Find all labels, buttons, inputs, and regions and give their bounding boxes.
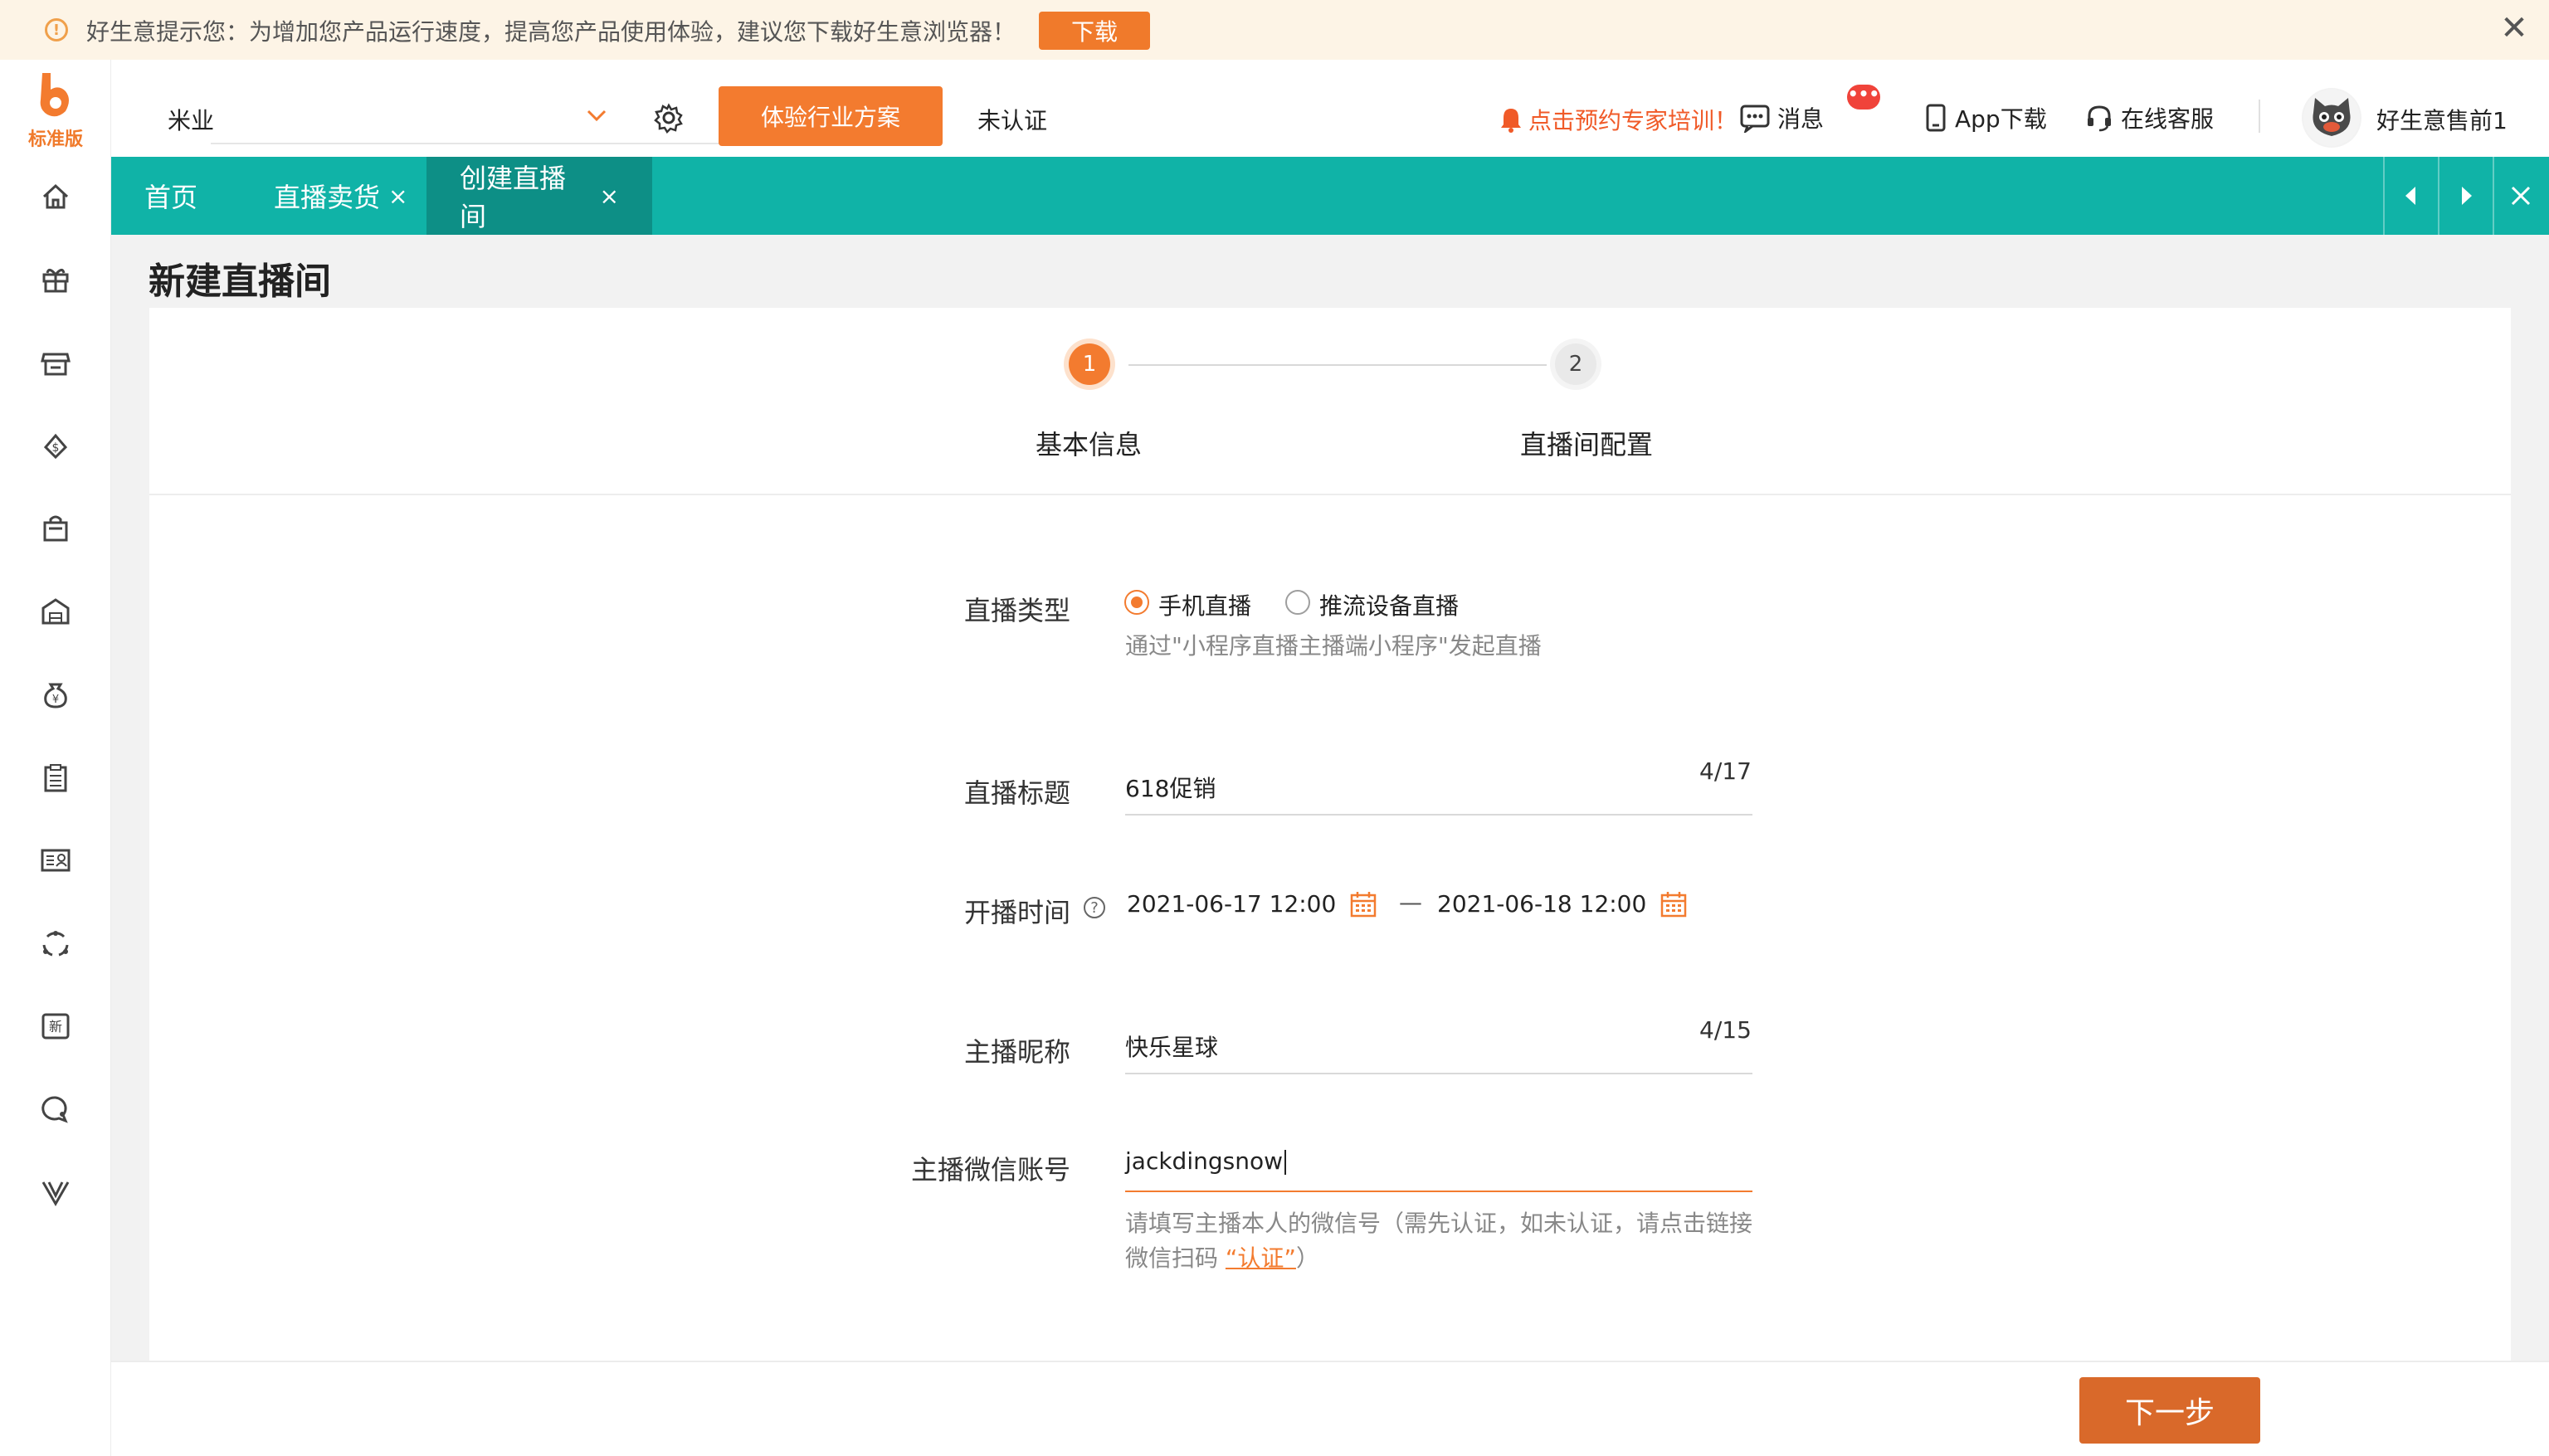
anchor-wechat-underline-focused <box>1125 1191 1752 1192</box>
tab-live-selling[interactable]: 直播卖货 × <box>241 157 441 235</box>
radio-stream-device-live[interactable] <box>1285 590 1310 615</box>
anchor-nickname-label: 主播昵称 <box>964 1036 1071 1068</box>
headset-icon <box>2088 105 2111 132</box>
notice-bar: ! 好生意提示您：为增加您产品运行速度，提高您产品使用体验，建议您下载好生意浏览… <box>0 0 2549 60</box>
tab-scroll-left-icon[interactable] <box>2383 157 2438 235</box>
messages-label: 消息 <box>1777 105 1825 133</box>
customer-loop-icon[interactable] <box>35 923 76 964</box>
download-browser-button[interactable]: 下载 <box>1039 12 1150 50</box>
step-2-indicator: 2 <box>1555 343 1596 385</box>
company-selector[interactable]: 米业 <box>168 103 214 136</box>
live-title-char-count: 4/17 <box>1699 757 1752 785</box>
bell-icon <box>1501 109 1521 133</box>
tab-label: 直播卖货 <box>274 182 381 213</box>
step-2-label: 直播间配置 <box>1520 429 1654 460</box>
money-bag-icon[interactable]: $ <box>35 425 76 466</box>
company-selector-underline <box>211 143 725 144</box>
close-all-tabs-icon[interactable] <box>2493 157 2547 235</box>
industry-solution-button[interactable]: 体验行业方案 <box>719 86 943 146</box>
mobile-phone-icon <box>1926 104 1946 132</box>
live-type-label: 直播类型 <box>964 595 1071 626</box>
anchor-nickname-underline <box>1125 1073 1752 1074</box>
clipboard-icon[interactable] <box>35 757 76 798</box>
form-panel <box>149 308 2511 1433</box>
logo-mark-icon <box>40 73 69 117</box>
online-service-label: 在线客服 <box>2121 105 2215 133</box>
anchor-wechat-input[interactable]: jackdingsnow <box>1125 1147 1286 1175</box>
chevron-down-icon[interactable] <box>584 103 609 128</box>
mobile-live-label[interactable]: 手机直播 <box>1158 588 1251 621</box>
anchor-wechat-hint-line1: 请填写主播本人的微信号（需先认证，如未认证，请点击链接 <box>1125 1210 1753 1237</box>
calendar-icon[interactable] <box>1349 890 1377 918</box>
yuan-bag-icon[interactable]: ¥ <box>35 674 76 715</box>
live-title-underline <box>1125 814 1752 816</box>
logo[interactable]: 标准版 <box>0 66 111 158</box>
close-tab-icon[interactable]: × <box>600 183 619 210</box>
text-cursor <box>1284 1150 1286 1175</box>
notice-text: 好生意提示您：为增加您产品运行速度，提高您产品使用体验，建议您下载好生意浏览器！ <box>86 18 1016 46</box>
help-icon[interactable]: ? <box>1084 897 1105 918</box>
warehouse-icon[interactable] <box>35 591 76 632</box>
messages-button[interactable]: 消息 <box>1739 101 1824 134</box>
calendar-icon[interactable] <box>1660 890 1688 918</box>
store-icon[interactable] <box>35 342 76 383</box>
app-download-label: App下载 <box>1955 105 2047 133</box>
shopping-bag-icon[interactable] <box>35 508 76 549</box>
tab-home[interactable]: 首页 <box>111 157 231 235</box>
expert-training-link[interactable]: 点击预约专家培训！ <box>1499 103 1738 136</box>
start-time-label: 开播时间 <box>964 897 1071 928</box>
live-title-input[interactable]: 618促销 <box>1125 771 1216 804</box>
message-icon <box>1740 105 1770 133</box>
tab-create-live-room[interactable]: 创建直播间 × <box>426 157 652 235</box>
avatar[interactable] <box>2302 88 2361 148</box>
sidebar: 标准版 $ ¥ 新 <box>0 60 111 1456</box>
main-content: 新建直播间 1 2 基本信息 直播间配置 直播类型 手机直播 推流设备直播 通过… <box>111 235 2549 1456</box>
next-step-button[interactable]: 下一步 <box>2079 1377 2260 1444</box>
close-notice-icon[interactable]: ✕ <box>2498 10 2531 46</box>
warning-icon: ! <box>45 18 68 41</box>
tab-bar: 首页 直播卖货 × 创建直播间 × <box>111 157 2549 235</box>
live-title-label: 直播标题 <box>964 777 1071 809</box>
tab-label: 首页 <box>144 182 198 213</box>
anchor-wechat-hint-line2: 微信扫码 “认证”） <box>1125 1244 1319 1272</box>
gear-icon[interactable] <box>652 101 685 134</box>
footer-bar: 下一步 <box>111 1361 2549 1456</box>
radio-mobile-live[interactable] <box>1124 590 1149 615</box>
tab-scroll-right-icon[interactable] <box>2438 157 2493 235</box>
vip-icon[interactable] <box>35 1171 76 1213</box>
svg-text:新: 新 <box>49 1019 62 1035</box>
svg-text:¥: ¥ <box>52 694 59 706</box>
certify-link[interactable]: “认证” <box>1226 1244 1296 1272</box>
anchor-wechat-label: 主播微信账号 <box>911 1154 1071 1186</box>
top-header: 米业 体验行业方案 未认证 点击预约专家培训！ 消息 ••• App下载 在线客… <box>111 60 2549 157</box>
page-title: 新建直播间 <box>149 261 331 303</box>
gift-icon[interactable] <box>35 259 76 300</box>
anchor-nickname-input[interactable]: 快乐星球 <box>1125 1030 1218 1063</box>
date-range-separator: — <box>1399 889 1422 916</box>
new-icon[interactable]: 新 <box>35 1006 76 1047</box>
edition-label: 标准版 <box>27 129 83 150</box>
chat-search-icon[interactable] <box>35 1088 76 1130</box>
expert-training-label: 点击预约专家培训！ <box>1528 107 1738 134</box>
step-1-label: 基本信息 <box>1036 429 1143 460</box>
message-badge: ••• <box>1847 85 1880 110</box>
start-time-end-input[interactable]: 2021-06-18 12:00 <box>1437 890 1646 918</box>
online-service-button[interactable]: 在线客服 <box>2084 101 2214 134</box>
stream-device-live-label[interactable]: 推流设备直播 <box>1319 588 1459 621</box>
close-tab-icon[interactable]: × <box>388 183 407 210</box>
header-divider <box>2259 100 2260 133</box>
step-1-indicator: 1 <box>1069 343 1110 385</box>
svg-text:$: $ <box>52 441 60 455</box>
uncertified-status[interactable]: 未认证 <box>977 103 1047 136</box>
tab-label: 创建直播间 <box>460 163 567 232</box>
app-download-button[interactable]: App下载 <box>1923 101 2047 134</box>
start-time-begin-input[interactable]: 2021-06-17 12:00 <box>1127 890 1336 918</box>
step-connector <box>1128 364 1547 366</box>
id-card-icon[interactable] <box>35 840 76 881</box>
live-type-hint: 通过"小程序直播主播端小程序"发起直播 <box>1125 632 1542 660</box>
username[interactable]: 好生意售前1 <box>2376 103 2508 136</box>
anchor-nickname-char-count: 4/15 <box>1699 1016 1752 1044</box>
stepper-divider <box>149 494 2511 495</box>
home-icon[interactable] <box>35 176 76 217</box>
